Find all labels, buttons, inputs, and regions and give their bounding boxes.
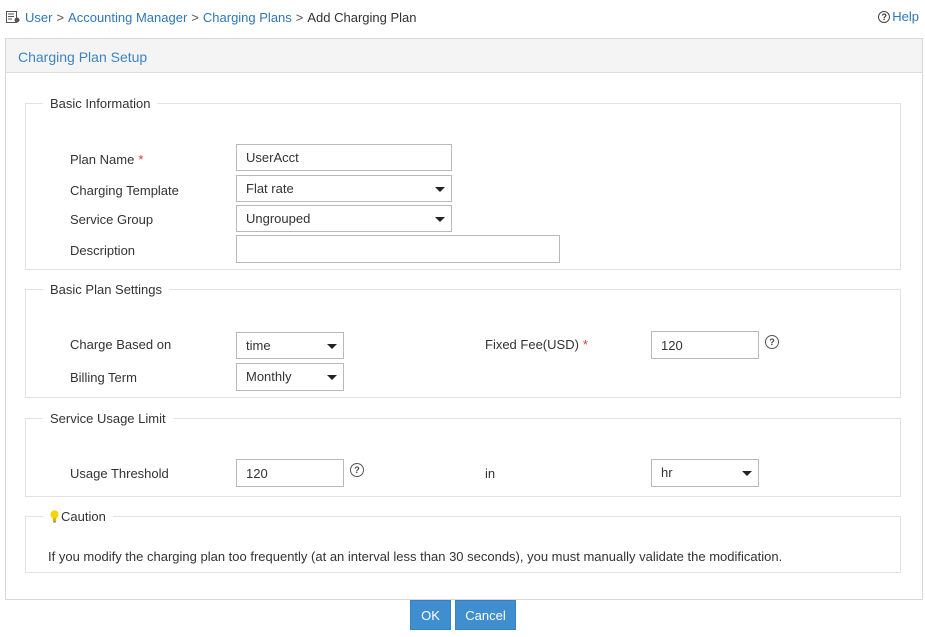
caution-title: Caution — [61, 509, 106, 524]
charging-template-label: Charging Template — [70, 183, 179, 198]
dropdown-arrow-icon — [327, 344, 337, 349]
breadcrumb: User > Accounting Manager > Charging Pla… — [6, 9, 417, 25]
basic-information-section: Basic Information Plan Name* Charging Te… — [25, 96, 901, 270]
service-group-value: Ungrouped — [246, 211, 311, 226]
in-label: in — [485, 466, 496, 481]
dropdown-arrow-icon — [327, 375, 337, 380]
billing-term-label: Billing Term — [70, 370, 137, 385]
basic-information-legend: Basic Information — [50, 96, 151, 111]
breadcrumb-current: Add Charging Plan — [307, 9, 417, 25]
lightbulb-icon — [50, 510, 59, 523]
dropdown-arrow-icon — [435, 187, 445, 192]
usage-unit-value: hr — [661, 465, 673, 480]
billing-term-value: Monthly — [246, 369, 292, 384]
help-label: Help — [892, 9, 919, 24]
breadcrumb-link-charging-plans[interactable]: Charging Plans — [203, 10, 292, 25]
usage-threshold-label: Usage Threshold — [70, 466, 169, 481]
required-marker: * — [582, 337, 588, 352]
basic-plan-settings-legend: Basic Plan Settings — [50, 282, 163, 297]
dropdown-arrow-icon — [742, 471, 752, 476]
basic-plan-settings-section: Basic Plan Settings Charge Based on time… — [25, 282, 901, 398]
caution-text: If you modify the charging plan too freq… — [48, 549, 783, 564]
fixed-fee-label: Fixed Fee(USD) * — [485, 337, 588, 352]
charging-plan-panel: Charging Plan Setup Basic Information Pl… — [5, 38, 923, 600]
dropdown-arrow-icon — [435, 217, 445, 222]
breadcrumb-link-user[interactable]: User — [25, 10, 52, 25]
description-input[interactable] — [236, 235, 560, 263]
billing-term-select[interactable]: Monthly — [236, 363, 344, 391]
charging-template-select[interactable]: Flat rate — [236, 175, 452, 202]
breadcrumb-separator: > — [56, 9, 65, 25]
usage-threshold-input[interactable] — [236, 459, 344, 487]
usage-unit-select[interactable]: hr — [651, 459, 759, 487]
cancel-button[interactable]: Cancel — [455, 600, 516, 630]
charge-based-on-value: time — [246, 338, 271, 353]
charge-based-on-select[interactable]: time — [236, 332, 344, 359]
description-label: Description — [70, 243, 136, 258]
breadcrumb-link-accounting-manager[interactable]: Accounting Manager — [68, 10, 187, 25]
service-usage-limit-section: Service Usage Limit Usage Threshold ? in… — [25, 411, 901, 497]
help-link[interactable]: ? Help — [878, 9, 919, 24]
caution-section: Caution If you modify the charging plan … — [25, 509, 901, 573]
plan-name-label: Plan Name * — [70, 152, 144, 167]
caution-legend: Caution — [43, 509, 113, 524]
fixed-fee-question-tip-icon[interactable]: ? — [765, 335, 779, 349]
charging-template-value: Flat rate — [246, 181, 294, 196]
service-group-label: Service Group — [70, 212, 154, 227]
service-group-select[interactable]: Ungrouped — [236, 205, 452, 232]
ok-button[interactable]: OK — [410, 600, 451, 630]
fixed-fee-input[interactable] — [651, 331, 759, 359]
charge-based-on-label: Charge Based on — [70, 337, 172, 352]
usage-threshold-question-tip-icon[interactable]: ? — [350, 463, 364, 477]
required-marker: * — [138, 152, 144, 167]
panel-title: Charging Plan Setup — [18, 49, 148, 65]
plan-name-input[interactable] — [236, 144, 452, 171]
breadcrumb-separator: > — [295, 9, 304, 25]
breadcrumb-separator: > — [191, 9, 199, 25]
help-question-icon: ? — [878, 10, 891, 23]
user-accounting-icon — [6, 10, 20, 23]
service-usage-limit-legend: Service Usage Limit — [50, 411, 166, 426]
